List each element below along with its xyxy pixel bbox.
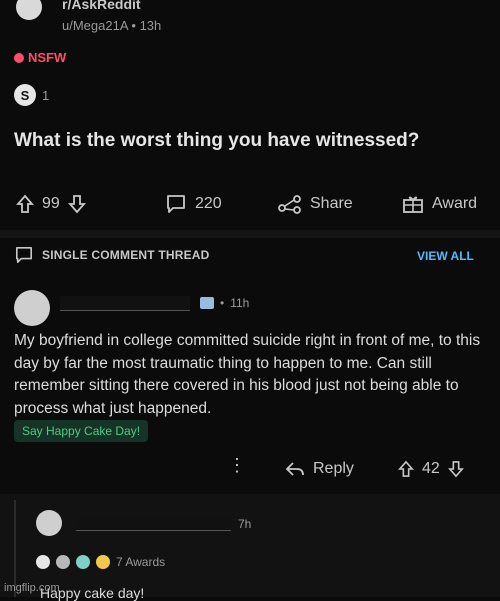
silver-award-icon: S bbox=[14, 84, 36, 106]
reply-icon bbox=[285, 461, 305, 477]
comment-count: 220 bbox=[195, 195, 222, 212]
helpful-award-icon bbox=[56, 555, 70, 569]
reply-label: Reply bbox=[313, 460, 354, 477]
cake-day-icon bbox=[200, 297, 214, 309]
award-label: Award bbox=[432, 195, 478, 212]
imgflip-watermark: imgflip.com bbox=[4, 582, 60, 594]
silver-award-icon bbox=[36, 555, 50, 569]
reply-section bbox=[0, 494, 500, 597]
nsfw-label: NSFW bbox=[28, 50, 67, 65]
meta-separator: • bbox=[220, 296, 225, 310]
awards-label: 7 Awards bbox=[116, 555, 166, 569]
nsfw-badge: NSFW bbox=[14, 50, 66, 65]
comments-button[interactable]: 220 bbox=[165, 194, 222, 214]
post-meta: u/Mega21A • 13h bbox=[62, 18, 161, 33]
comment-score: 42 bbox=[422, 460, 440, 477]
comment-meta: • 11h bbox=[200, 296, 249, 310]
share-label: Share bbox=[310, 195, 353, 212]
subreddit-name[interactable]: r/AskReddit bbox=[62, 0, 141, 12]
comment-body: My boyfriend in college committed suicid… bbox=[14, 332, 481, 417]
reply-age: 7h bbox=[238, 517, 252, 531]
downvote-icon[interactable] bbox=[447, 460, 464, 478]
upvote-icon[interactable] bbox=[398, 460, 414, 478]
downvote-icon[interactable] bbox=[67, 194, 86, 214]
more-options-icon: ⋮ bbox=[228, 455, 246, 475]
meta-separator: • bbox=[131, 18, 140, 33]
view-all-link[interactable]: VIEW ALL bbox=[417, 249, 474, 263]
reply-awards[interactable]: 7 Awards bbox=[36, 555, 165, 569]
wholesome-award-icon bbox=[76, 555, 90, 569]
award-button[interactable]: Award bbox=[402, 194, 477, 214]
thread-label: SINGLE COMMENT THREAD bbox=[42, 248, 210, 262]
share-icon bbox=[278, 194, 302, 214]
gift-icon bbox=[402, 194, 424, 214]
comment-age: 11h bbox=[230, 296, 250, 310]
post-age: 13h bbox=[139, 18, 162, 33]
award-count: 1 bbox=[42, 87, 50, 103]
post-awards[interactable]: S 1 bbox=[14, 84, 49, 106]
subreddit-avatar[interactable] bbox=[16, 0, 42, 20]
redacted-username bbox=[76, 518, 231, 531]
upvote-icon[interactable] bbox=[16, 194, 34, 214]
section-divider bbox=[0, 230, 500, 238]
comment-vote-group: 42 bbox=[398, 460, 464, 478]
post-title[interactable]: What is the worst thing you have witness… bbox=[14, 130, 489, 152]
comment-avatar[interactable] bbox=[14, 290, 50, 326]
share-button[interactable]: Share bbox=[278, 194, 353, 214]
reply-button[interactable]: Reply bbox=[285, 460, 354, 478]
single-thread-bar: SINGLE COMMENT THREAD bbox=[14, 246, 210, 264]
comment-icon bbox=[165, 194, 187, 214]
vote-group: 99 bbox=[16, 194, 86, 214]
nsfw-icon bbox=[14, 52, 24, 63]
post-author[interactable]: u/Mega21A bbox=[62, 18, 128, 33]
comment-icon bbox=[14, 246, 34, 264]
cake-day-flair[interactable]: Say Happy Cake Day! bbox=[14, 420, 149, 442]
upvote-count: 99 bbox=[42, 195, 60, 212]
more-options-button[interactable]: ⋮ bbox=[228, 455, 246, 475]
redacted-username bbox=[60, 296, 190, 311]
laughing-award-icon bbox=[96, 555, 110, 569]
reply-avatar[interactable] bbox=[36, 510, 62, 536]
